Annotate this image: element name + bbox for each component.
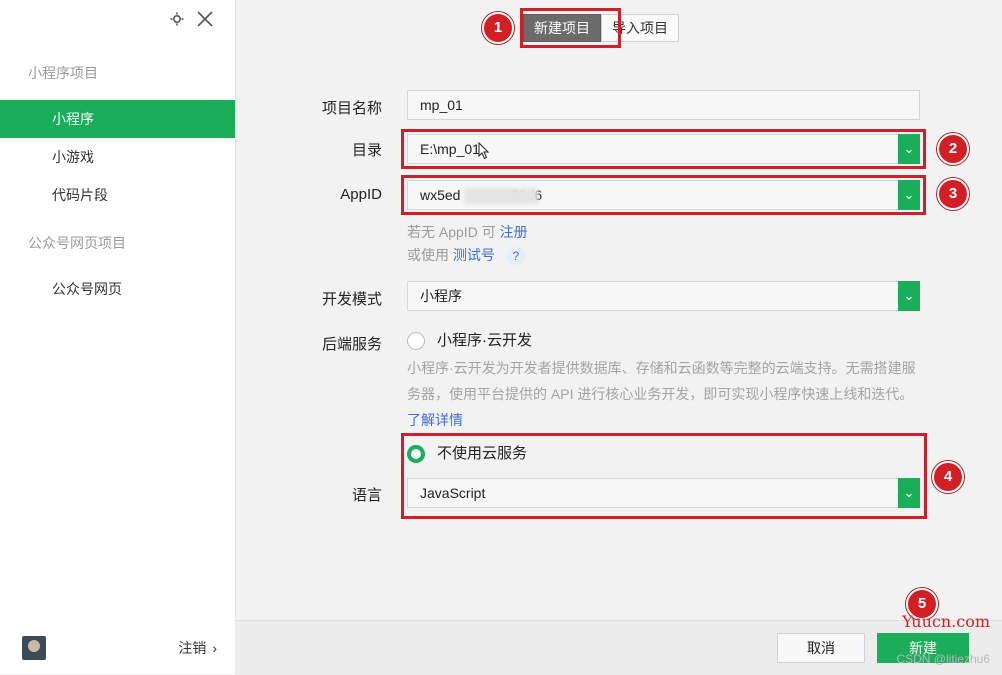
sidebar-footer: 注销 ›	[22, 636, 217, 660]
appid-hint-test: 或使用 测试号 ?	[407, 245, 525, 265]
project-name-label: 项目名称	[321, 100, 382, 117]
site-watermark: Yuucn.com	[902, 612, 990, 631]
sidebar-group-official-account: 公众号网页项目	[28, 235, 126, 251]
hint-no-appid-text: 若无 AppID 可	[407, 224, 496, 240]
cancel-button[interactable]: 取消	[777, 633, 865, 663]
devmode-select[interactable]: 小程序 ⌄	[407, 281, 920, 311]
register-link[interactable]: 注册	[500, 224, 528, 240]
marker-4: 4	[932, 461, 964, 493]
sidebar: 小程序项目 小程序 小游戏 代码片段 公众号网页项目 公众号网页 注销 ›	[0, 0, 236, 674]
close-icon[interactable]	[196, 10, 214, 33]
annotation-box-appid	[401, 175, 926, 215]
learn-more-link[interactable]: 了解详情	[407, 412, 463, 428]
window-controls	[170, 10, 214, 33]
sidebar-group-miniprogram: 小程序项目	[28, 65, 98, 81]
devmode-label: 开发模式	[321, 291, 382, 308]
annotation-box-tab	[520, 8, 621, 48]
chevron-down-icon[interactable]: ⌄	[898, 281, 920, 311]
project-name-input[interactable]: mp_01	[407, 90, 920, 120]
backend-label: 后端服务	[321, 336, 382, 353]
logout-label: 注销	[178, 640, 207, 656]
sidebar-item-minigame[interactable]: 小游戏	[0, 138, 235, 176]
logout-button[interactable]: 注销 ›	[178, 638, 217, 658]
cloud-radio[interactable]	[407, 332, 425, 351]
sidebar-item-miniprogram[interactable]: 小程序	[0, 100, 235, 138]
cloud-description-text: 小程序·云开发为开发者提供数据库、存储和云函数等完整的云端支持。无需搭建服务器，…	[407, 360, 916, 402]
marker-1: 1	[482, 12, 514, 44]
appid-label: AppID	[340, 186, 382, 203]
directory-label: 目录	[351, 142, 382, 159]
annotation-box-language	[401, 433, 927, 519]
avatar[interactable]	[22, 636, 46, 660]
appid-hint-register: 若无 AppID 可 注册	[407, 222, 528, 242]
annotation-box-directory	[401, 129, 926, 169]
marker-2: 2	[937, 133, 969, 165]
language-label: 语言	[351, 487, 382, 504]
help-icon[interactable]: ?	[506, 247, 525, 265]
marker-3: 3	[937, 178, 969, 210]
hint-or-use-text: 或使用	[407, 247, 449, 263]
settings-icon[interactable]	[170, 12, 184, 31]
devmode-value: 小程序	[420, 288, 462, 304]
sidebar-item-code-snippet[interactable]: 代码片段	[0, 176, 235, 214]
sidebar-item-official-web[interactable]: 公众号网页	[0, 270, 235, 308]
cloud-description: 小程序·云开发为开发者提供数据库、存储和云函数等完整的云端支持。无需搭建服务器，…	[407, 355, 922, 433]
chevron-right-icon: ›	[212, 640, 217, 656]
csdn-watermark: CSDN @litiezhu6	[896, 652, 990, 666]
test-account-link[interactable]: 测试号	[453, 247, 495, 263]
cloud-option-label: 小程序·云开发	[437, 332, 532, 349]
cloud-option[interactable]: 小程序·云开发	[407, 329, 532, 351]
